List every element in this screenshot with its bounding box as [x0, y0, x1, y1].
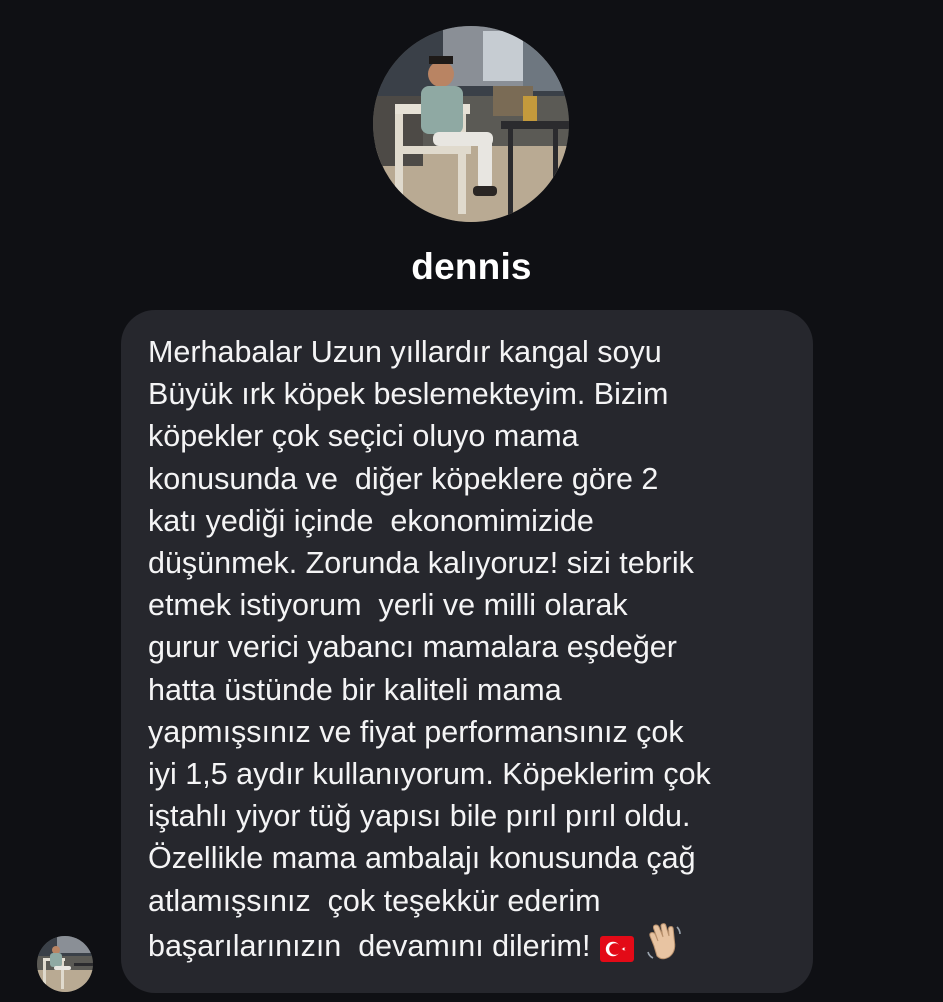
message-line: gurur verici yabancı mamalara eşdeğer [148, 630, 677, 665]
profile-photo [373, 26, 569, 222]
message-line: iştahlı yiyor tüğ yapısı bile pırıl pırı… [148, 799, 691, 834]
message-line: atlamışsınız çok teşekkür ederim [148, 883, 601, 918]
message-line: köpekler çok seçici oluyo mama [148, 419, 579, 454]
message-line: başarılarınızın devamını dilerim! [148, 928, 591, 963]
waving-hand-icon [644, 922, 684, 962]
message-line: Büyük ırk köpek beslemekteyim. Bizim [148, 377, 669, 412]
message-line: düşünmek. Zorunda kalıyoruz! sizi tebrik [148, 546, 694, 581]
turkey-flag-icon [600, 935, 635, 962]
message-line: etmek istiyorum yerli ve milli olarak [148, 588, 628, 623]
message-line: yapmışsınız ve fiyat performansınız çok [148, 714, 684, 749]
sender-avatar[interactable] [37, 936, 93, 992]
message-line: Merhabalar Uzun yıllardır kangal soyu [148, 335, 662, 369]
profile-avatar[interactable] [373, 26, 569, 222]
sender-photo [37, 936, 93, 992]
message-last-line: başarılarınızın devamını dilerim! [148, 922, 793, 967]
message-line: katı yediği içinde ekonomimizide [148, 503, 594, 538]
message-line: konusunda ve diğer köpeklere göre 2 [148, 461, 659, 496]
message-bubble[interactable]: Merhabalar Uzun yıllardır kangal soyu Bü… [121, 310, 813, 993]
message-line: hatta üstünde bir kaliteli mama [148, 672, 562, 707]
message-line: Özellikle mama ambalajı konusunda çağ [148, 841, 696, 876]
message-line: iyi 1,5 aydır kullanıyorum. Köpeklerim ç… [148, 757, 711, 792]
username[interactable]: dennis [0, 246, 943, 288]
